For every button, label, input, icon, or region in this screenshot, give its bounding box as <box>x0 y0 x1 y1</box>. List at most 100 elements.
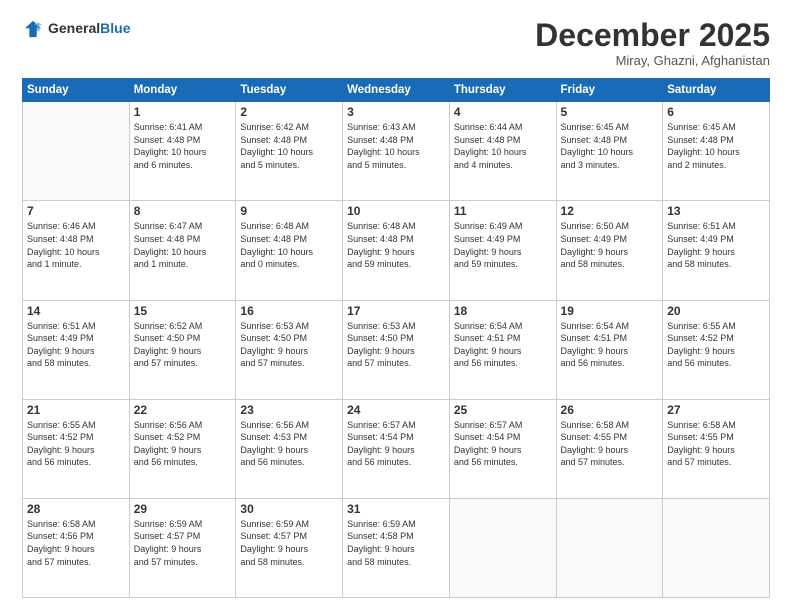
table-row: 12 Sunrise: 6:50 AM Sunset: 4:49 PM Dayli… <box>556 201 663 300</box>
table-row: 15 Sunrise: 6:52 AM Sunset: 4:50 PM Dayli… <box>129 300 236 399</box>
day-info: Sunrise: 6:57 AM Sunset: 4:54 PM Dayligh… <box>454 419 552 469</box>
day-number: 28 <box>27 502 125 516</box>
table-row <box>663 498 770 597</box>
table-row: 25Sunrise: 6:57 AM Sunset: 4:54 PM Dayli… <box>449 399 556 498</box>
table-row: 8 Sunrise: 6:47 AM Sunset: 4:48 PM Daylig… <box>129 201 236 300</box>
table-row: 30Sunrise: 6:59 AM Sunset: 4:57 PM Dayli… <box>236 498 343 597</box>
day-info: Sunrise: 6:47 AM Sunset: 4:48 PM Dayligh… <box>134 220 232 270</box>
table-row <box>23 102 130 201</box>
table-row: 6 Sunrise: 6:45 AM Sunset: 4:48 PM Daylig… <box>663 102 770 201</box>
calendar-table: Sunday Monday Tuesday Wednesday Thursday… <box>22 78 770 598</box>
col-thursday: Thursday <box>449 79 556 102</box>
day-number: 22 <box>134 403 232 417</box>
table-row: 28 Sunrise: 6:58 AM Sunset: 4:56 PM Dayli… <box>23 498 130 597</box>
day-number: 1 <box>134 105 232 119</box>
day-info: Sunrise: 6:43 AM Sunset: 4:48 PM Dayligh… <box>347 121 445 171</box>
table-row: 18Sunrise: 6:54 AM Sunset: 4:51 PM Dayli… <box>449 300 556 399</box>
table-row: 26 Sunrise: 6:58 AM Sunset: 4:55 PM Dayli… <box>556 399 663 498</box>
day-info: Sunrise: 6:42 AM Sunset: 4:48 PM Dayligh… <box>240 121 338 171</box>
day-info: Sunrise: 6:48 AM Sunset: 4:48 PM Dayligh… <box>240 220 338 270</box>
table-row: 24Sunrise: 6:57 AM Sunset: 4:54 PM Dayli… <box>343 399 450 498</box>
table-row: 21 Sunrise: 6:55 AM Sunset: 4:52 PM Dayli… <box>23 399 130 498</box>
day-info: Sunrise: 6:58 AM Sunset: 4:56 PM Dayligh… <box>27 518 125 568</box>
day-info: Sunrise: 6:55 AM Sunset: 4:52 PM Dayligh… <box>667 320 765 370</box>
day-info: Sunrise: 6:58 AM Sunset: 4:55 PM Dayligh… <box>667 419 765 469</box>
table-row: 16 Sunrise: 6:53 AM Sunset: 4:50 PM Dayli… <box>236 300 343 399</box>
day-info: Sunrise: 6:51 AM Sunset: 4:49 PM Dayligh… <box>667 220 765 270</box>
day-info: Sunrise: 6:45 AM Sunset: 4:48 PM Dayligh… <box>667 121 765 171</box>
logo-icon <box>22 18 44 40</box>
day-number: 31 <box>347 502 445 516</box>
table-row <box>449 498 556 597</box>
calendar-header-row: Sunday Monday Tuesday Wednesday Thursday… <box>23 79 770 102</box>
day-info: Sunrise: 6:59 AM Sunset: 4:58 PM Dayligh… <box>347 518 445 568</box>
table-row: 3 Sunrise: 6:43 AM Sunset: 4:48 PM Daylig… <box>343 102 450 201</box>
day-info: Sunrise: 6:58 AM Sunset: 4:55 PM Dayligh… <box>561 419 659 469</box>
day-number: 5 <box>561 105 659 119</box>
table-row: 4Sunrise: 6:44 AM Sunset: 4:48 PM Daylig… <box>449 102 556 201</box>
table-row: 2Sunrise: 6:42 AM Sunset: 4:48 PM Daylig… <box>236 102 343 201</box>
day-info: Sunrise: 6:56 AM Sunset: 4:53 PM Dayligh… <box>240 419 338 469</box>
calendar-week-row: 28 Sunrise: 6:58 AM Sunset: 4:56 PM Dayli… <box>23 498 770 597</box>
day-info: Sunrise: 6:49 AM Sunset: 4:49 PM Dayligh… <box>454 220 552 270</box>
day-number: 9 <box>240 204 338 218</box>
day-number: 3 <box>347 105 445 119</box>
day-number: 30 <box>240 502 338 516</box>
day-number: 26 <box>561 403 659 417</box>
day-number: 8 <box>134 204 232 218</box>
day-info: Sunrise: 6:48 AM Sunset: 4:48 PM Dayligh… <box>347 220 445 270</box>
table-row: 20 Sunrise: 6:55 AM Sunset: 4:52 PM Dayli… <box>663 300 770 399</box>
col-monday: Monday <box>129 79 236 102</box>
day-info: Sunrise: 6:54 AM Sunset: 4:51 PM Dayligh… <box>561 320 659 370</box>
col-saturday: Saturday <box>663 79 770 102</box>
day-number: 20 <box>667 304 765 318</box>
location-title: Miray, Ghazni, Afghanistan <box>535 53 770 68</box>
day-info: Sunrise: 6:55 AM Sunset: 4:52 PM Dayligh… <box>27 419 125 469</box>
title-block: December 2025 Miray, Ghazni, Afghanistan <box>535 18 770 68</box>
day-info: Sunrise: 6:59 AM Sunset: 4:57 PM Dayligh… <box>134 518 232 568</box>
day-info: Sunrise: 6:53 AM Sunset: 4:50 PM Dayligh… <box>240 320 338 370</box>
table-row: 22Sunrise: 6:56 AM Sunset: 4:52 PM Dayli… <box>129 399 236 498</box>
day-info: Sunrise: 6:52 AM Sunset: 4:50 PM Dayligh… <box>134 320 232 370</box>
table-row: 27Sunrise: 6:58 AM Sunset: 4:55 PM Dayli… <box>663 399 770 498</box>
col-sunday: Sunday <box>23 79 130 102</box>
day-number: 15 <box>134 304 232 318</box>
day-info: Sunrise: 6:45 AM Sunset: 4:48 PM Dayligh… <box>561 121 659 171</box>
table-row: 7Sunrise: 6:46 AM Sunset: 4:48 PM Daylig… <box>23 201 130 300</box>
day-info: Sunrise: 6:51 AM Sunset: 4:49 PM Dayligh… <box>27 320 125 370</box>
table-row: 11 Sunrise: 6:49 AM Sunset: 4:49 PM Dayli… <box>449 201 556 300</box>
day-number: 24 <box>347 403 445 417</box>
calendar-week-row: 14Sunrise: 6:51 AM Sunset: 4:49 PM Dayli… <box>23 300 770 399</box>
day-info: Sunrise: 6:50 AM Sunset: 4:49 PM Dayligh… <box>561 220 659 270</box>
table-row: 1 Sunrise: 6:41 AM Sunset: 4:48 PM Daylig… <box>129 102 236 201</box>
table-row: 10Sunrise: 6:48 AM Sunset: 4:48 PM Dayli… <box>343 201 450 300</box>
day-info: Sunrise: 6:44 AM Sunset: 4:48 PM Dayligh… <box>454 121 552 171</box>
table-row: 9 Sunrise: 6:48 AM Sunset: 4:48 PM Daylig… <box>236 201 343 300</box>
day-number: 17 <box>347 304 445 318</box>
day-number: 6 <box>667 105 765 119</box>
day-info: Sunrise: 6:41 AM Sunset: 4:48 PM Dayligh… <box>134 121 232 171</box>
day-number: 16 <box>240 304 338 318</box>
day-number: 21 <box>27 403 125 417</box>
day-number: 13 <box>667 204 765 218</box>
table-row: 19 Sunrise: 6:54 AM Sunset: 4:51 PM Dayli… <box>556 300 663 399</box>
month-title: December 2025 <box>535 18 770 53</box>
day-number: 19 <box>561 304 659 318</box>
page: GeneralBlue December 2025 Miray, Ghazni,… <box>0 0 792 612</box>
day-number: 7 <box>27 204 125 218</box>
table-row: 29Sunrise: 6:59 AM Sunset: 4:57 PM Dayli… <box>129 498 236 597</box>
table-row <box>556 498 663 597</box>
calendar-week-row: 7Sunrise: 6:46 AM Sunset: 4:48 PM Daylig… <box>23 201 770 300</box>
header: GeneralBlue December 2025 Miray, Ghazni,… <box>22 18 770 68</box>
col-wednesday: Wednesday <box>343 79 450 102</box>
day-number: 23 <box>240 403 338 417</box>
col-tuesday: Tuesday <box>236 79 343 102</box>
table-row: 31 Sunrise: 6:59 AM Sunset: 4:58 PM Dayli… <box>343 498 450 597</box>
day-info: Sunrise: 6:53 AM Sunset: 4:50 PM Dayligh… <box>347 320 445 370</box>
day-number: 12 <box>561 204 659 218</box>
logo-general: GeneralBlue <box>48 20 130 38</box>
logo: GeneralBlue <box>22 18 130 40</box>
calendar-week-row: 21 Sunrise: 6:55 AM Sunset: 4:52 PM Dayli… <box>23 399 770 498</box>
day-number: 11 <box>454 204 552 218</box>
table-row: 5 Sunrise: 6:45 AM Sunset: 4:48 PM Daylig… <box>556 102 663 201</box>
